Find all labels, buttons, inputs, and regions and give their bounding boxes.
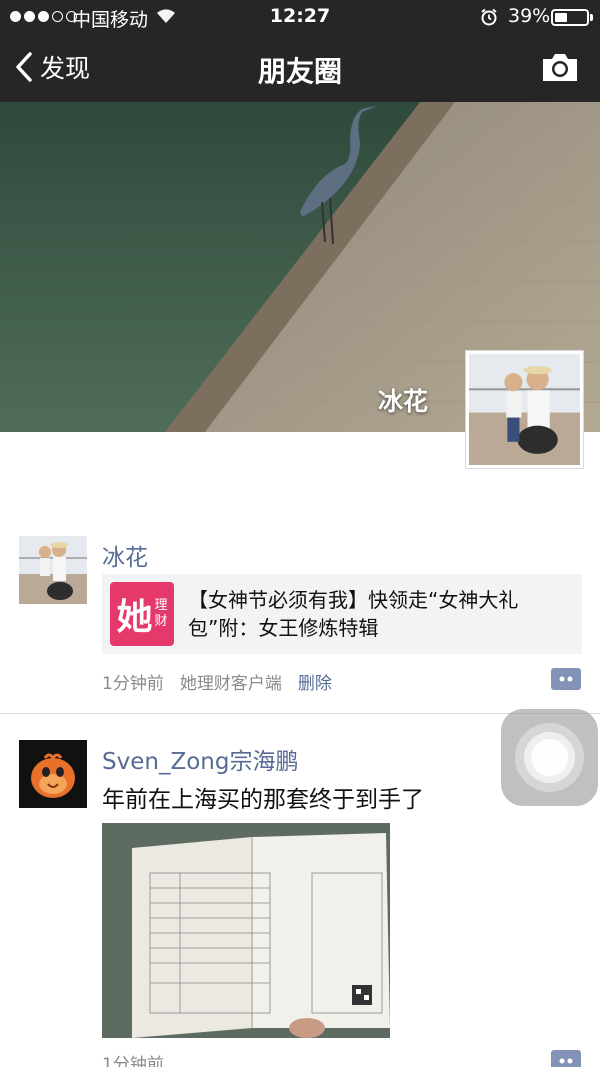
camera-icon[interactable]: [540, 50, 580, 84]
post-time: 1分钟前: [102, 674, 164, 694]
status-bar: 中国移动 12:27 39%: [0, 0, 600, 34]
logo-text: 她: [116, 597, 153, 638]
post-author[interactable]: 冰花: [102, 538, 148, 572]
avatar-image: [19, 536, 87, 604]
comment-icon[interactable]: [551, 668, 581, 690]
alarm-icon: [481, 8, 497, 26]
post-source[interactable]: 她理财客户端: [180, 669, 282, 694]
shared-link-card[interactable]: 她 理 财 【女神节必须有我】快领走“女神大礼包”附：女王修炼特辑: [102, 574, 582, 654]
post-meta: 1分钟前: [102, 1050, 164, 1067]
comment-icon[interactable]: [551, 1050, 581, 1067]
logo-subtext-line: 财: [154, 614, 168, 629]
post-time: 1分钟前: [102, 1055, 164, 1067]
assistive-touch-button[interactable]: [501, 709, 598, 806]
certificate-photo: [102, 823, 390, 1038]
profile-avatar[interactable]: [465, 350, 584, 469]
logo-subtext: 理 财: [155, 598, 168, 630]
post-avatar[interactable]: [19, 740, 87, 808]
battery-percentage: 39%: [508, 5, 551, 27]
post-meta: 1分钟前 她理财客户端 删除: [102, 669, 332, 694]
avatar-image: [19, 740, 87, 808]
page-title: 朋友圈: [257, 55, 342, 88]
post-author[interactable]: Sven_Zong宗海鹏: [102, 742, 298, 776]
logo-subtext-line: 理: [154, 598, 168, 613]
app-logo: 她 理 财: [110, 582, 174, 646]
avatar-image: [469, 354, 580, 465]
shared-link-title: 【女神节必须有我】快领走“女神大礼包”附：女王修炼特辑: [188, 588, 519, 640]
top-bar: 中国移动 12:27 39% 发现 朋友圈: [0, 0, 600, 102]
post-avatar[interactable]: [19, 536, 87, 604]
battery-fill: [555, 13, 567, 22]
assistive-ring: [531, 739, 568, 776]
post-text: 年前在上海买的那套终于到手了: [102, 787, 424, 813]
battery-icon: [551, 9, 589, 26]
battery-cap: [590, 14, 593, 21]
profile-name: 冰花: [378, 387, 429, 416]
delete-button[interactable]: 删除: [298, 669, 332, 694]
post-photo[interactable]: [102, 823, 390, 1038]
